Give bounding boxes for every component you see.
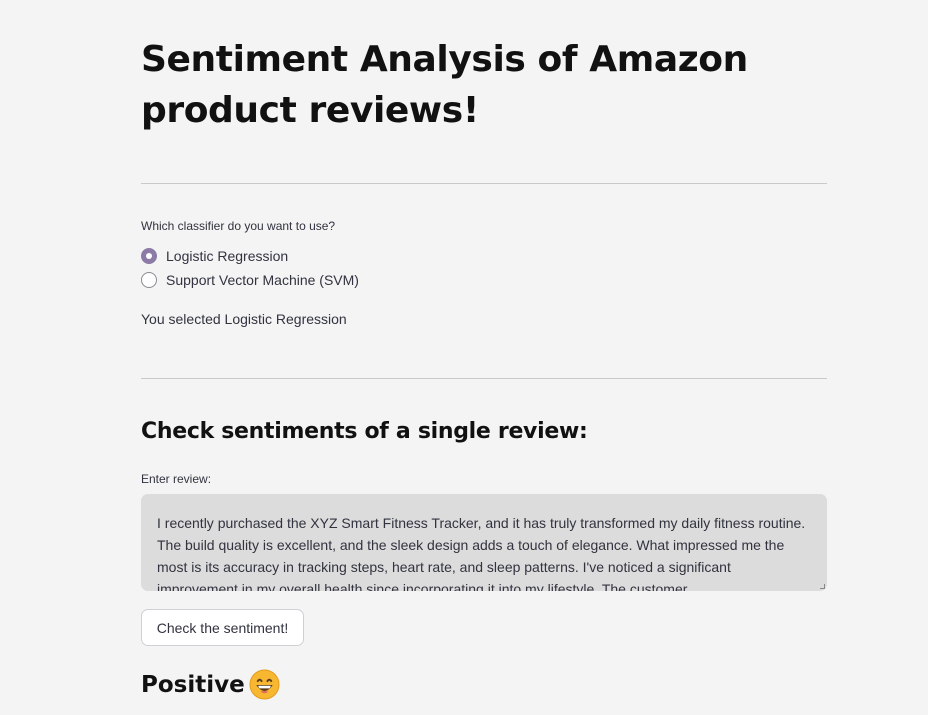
review-text[interactable]: I recently purchased the XYZ Smart Fitne…: [141, 494, 827, 591]
radio-option-svm[interactable]: Support Vector Machine (SVM): [141, 268, 359, 292]
radio-option-logistic-regression[interactable]: Logistic Regression: [141, 244, 359, 268]
radio-option-label: Logistic Regression: [166, 248, 289, 264]
radio-selected-icon[interactable]: [141, 248, 157, 264]
review-textarea[interactable]: I recently purchased the XYZ Smart Fitne…: [141, 494, 827, 591]
page-title: Sentiment Analysis of Amazon product rev…: [141, 39, 748, 131]
classifier-label: Which classifier do you want to use?: [141, 219, 336, 233]
selected-classifier-text: You selected Logistic Regression: [141, 311, 347, 327]
sentiment-result: Positive: [141, 669, 280, 700]
check-sentiment-button[interactable]: Check the sentiment!: [141, 609, 304, 646]
divider: [141, 378, 827, 379]
divider: [141, 183, 827, 184]
review-input-label: Enter review:: [141, 472, 212, 486]
radio-unselected-icon[interactable]: [141, 272, 157, 288]
sentiment-result-label: Positive: [141, 671, 245, 698]
resize-handle-icon[interactable]: [820, 584, 825, 589]
grinning-face-icon: [249, 669, 280, 700]
radio-option-label: Support Vector Machine (SVM): [166, 272, 359, 288]
classifier-radio-group: Logistic Regression Support Vector Machi…: [141, 244, 359, 292]
section-header: Check sentiments of a single review:: [141, 419, 588, 444]
